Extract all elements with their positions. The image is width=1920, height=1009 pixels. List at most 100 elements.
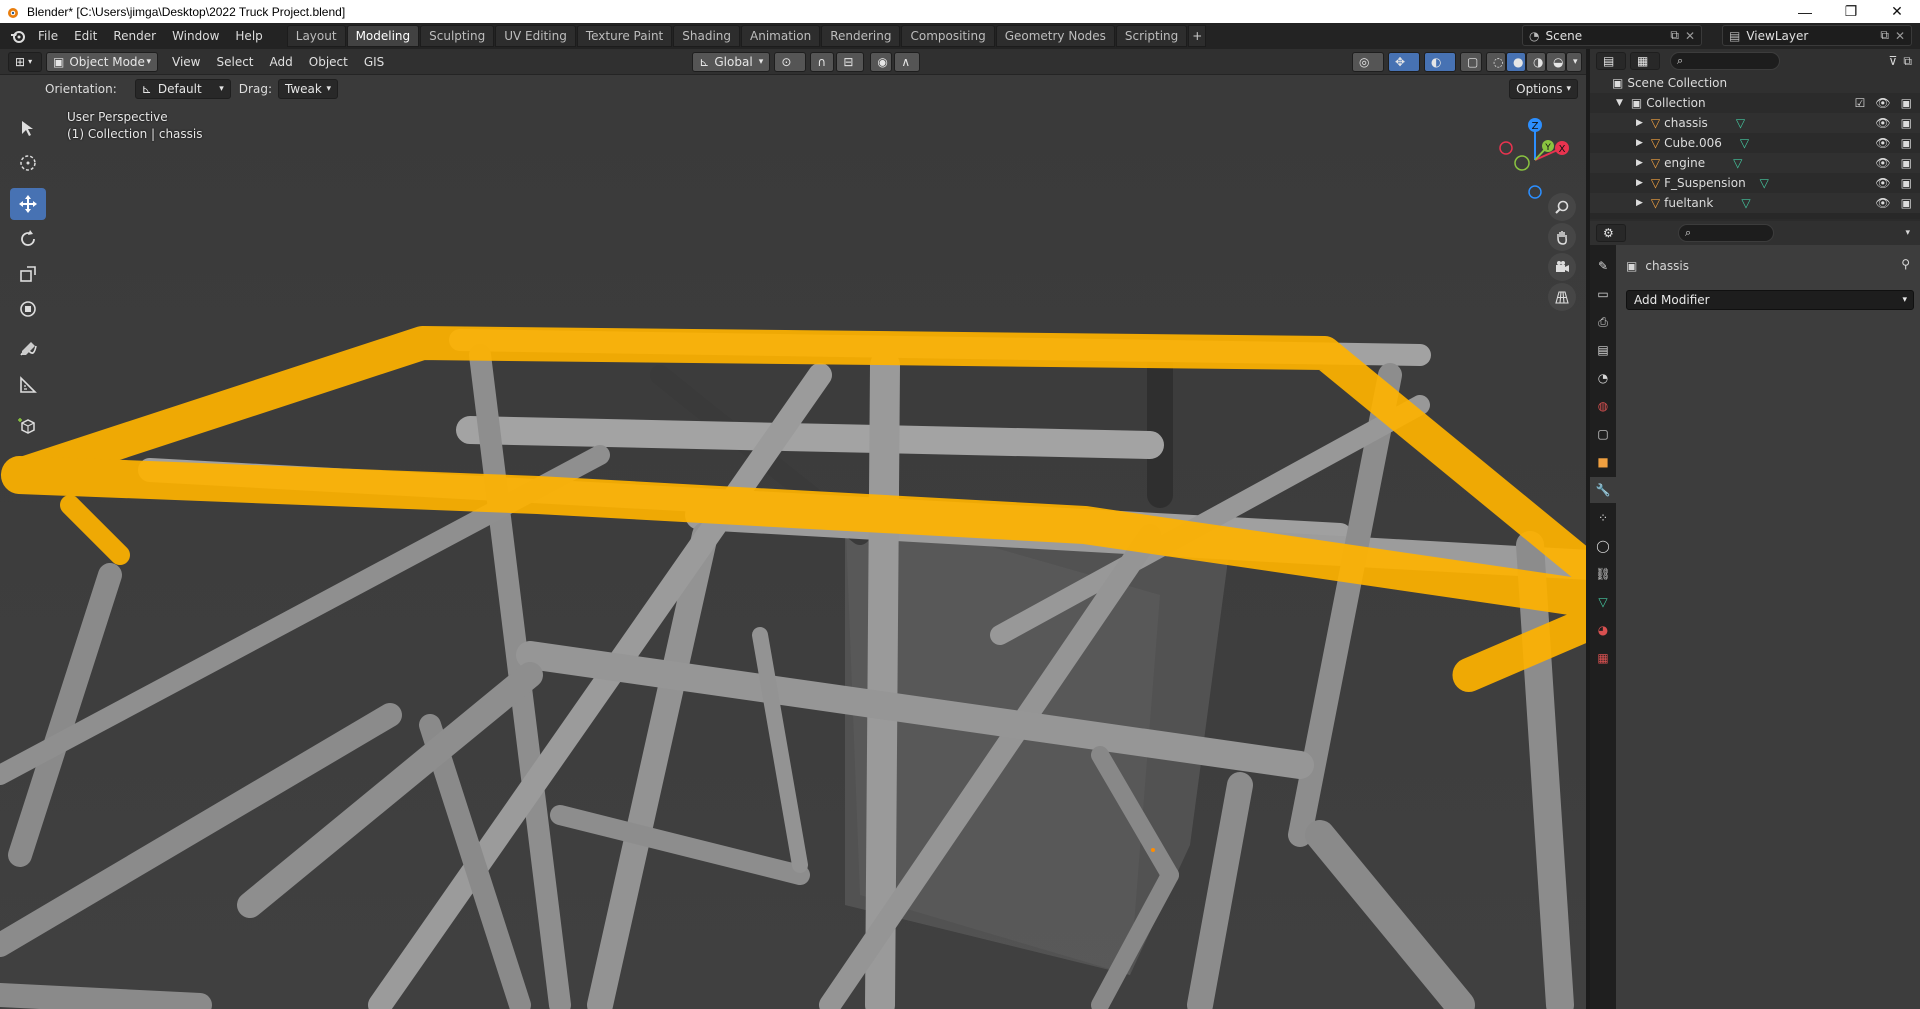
menu-file[interactable]: File (30, 29, 66, 43)
3d-viewport[interactable]: Orientation: ⊾ Default ▾ Drag: Tweak ▾ O… (0, 75, 1586, 1009)
overlay-toggle[interactable]: ◐ (1424, 51, 1456, 72)
add-workspace-button[interactable]: + (1188, 25, 1207, 47)
minimize-button[interactable]: — (1782, 0, 1828, 23)
close-button[interactable]: ✕ (1874, 0, 1920, 23)
outliner-search-input[interactable]: ⌕ (1670, 52, 1780, 70)
outliner-row-scene-collection[interactable]: ▣ Scene Collection (1590, 73, 1920, 93)
visibility-dropdown[interactable]: ◎ (1352, 51, 1384, 72)
select-box-icon[interactable] (10, 112, 46, 144)
scene-selector[interactable]: ◔ Scene ⧉ ✕ (1522, 25, 1702, 46)
menu-object[interactable]: Object (301, 55, 356, 69)
mode-dropdown[interactable]: ▣ Object Mode ▾ (46, 51, 158, 72)
expand-arrow-icon[interactable]: ▶ (1636, 198, 1643, 208)
object-tab-icon[interactable]: ■ (1590, 449, 1616, 475)
camera-view-icon[interactable] (1548, 253, 1576, 281)
zoom-icon[interactable] (1548, 193, 1576, 221)
view-layer-tab-icon[interactable]: ▤ (1590, 337, 1616, 363)
pan-hand-icon[interactable] (1548, 223, 1576, 251)
snap-toggle[interactable]: ∩ (810, 51, 835, 72)
outliner-row-collection[interactable]: ▼ ▣ Collection ☑ 👁 ▣ (1590, 93, 1920, 113)
menu-window[interactable]: Window (164, 29, 227, 43)
menu-render[interactable]: Render (105, 29, 164, 43)
annotate-icon[interactable] (10, 334, 46, 366)
expand-arrow-icon[interactable]: ▼ (1616, 98, 1623, 108)
tab-geometry-nodes[interactable]: Geometry Nodes (995, 25, 1115, 47)
material-shading-button[interactable]: ◑ (1526, 51, 1546, 72)
physics-tab-icon[interactable]: ◯ (1590, 533, 1616, 559)
expand-arrow-icon[interactable]: ▶ (1636, 118, 1643, 128)
data-tab-icon[interactable]: ▽ (1590, 589, 1616, 615)
rendered-shading-button[interactable]: ◒ (1546, 51, 1566, 72)
scene-tab-icon[interactable]: ◔ (1590, 365, 1616, 391)
material-tab-icon[interactable]: ◕ (1590, 617, 1616, 643)
outliner-row-object[interactable]: ▶ ▽ chassis ▽ 👁 ▣ (1590, 113, 1920, 133)
properties-search-input[interactable]: ⌕ (1678, 224, 1774, 242)
view-layer-copy-icon[interactable]: ⧉ (1880, 28, 1889, 43)
outliner-row-object[interactable]: ▶ ▽ F_Suspension ▽ 👁 ▣ (1590, 173, 1920, 193)
tab-sculpting[interactable]: Sculpting (420, 25, 495, 47)
checkbox-icon[interactable]: ☑ (1855, 96, 1866, 110)
expand-arrow-icon[interactable]: ▶ (1636, 138, 1643, 148)
output-tab-icon[interactable]: ⎙ (1590, 309, 1616, 335)
menu-help[interactable]: Help (227, 29, 270, 43)
modifier-tab-icon[interactable]: 🔧 (1590, 477, 1616, 503)
pivot-point-dropdown[interactable]: ⊙ (774, 51, 807, 72)
texture-tab-icon[interactable]: ▦ (1590, 645, 1616, 671)
maximize-button[interactable]: ❐ (1828, 0, 1874, 23)
xray-toggle[interactable]: ▢ (1460, 51, 1482, 72)
orientation-dropdown[interactable]: ⊾ Default ▾ (134, 79, 231, 99)
blender-menu-icon[interactable] (6, 26, 30, 46)
gizmo-toggle[interactable]: ✥ (1388, 51, 1420, 72)
outliner-row-object[interactable]: ▶ ▽ fueltank ▽ 👁 ▣ (1590, 193, 1920, 213)
view-layer-selector[interactable]: ▤ ViewLayer ⧉ ✕ (1722, 25, 1912, 46)
editor-type-button[interactable]: ⊞ ▾ (8, 51, 42, 72)
navigation-gizmo[interactable]: Z Y X (1490, 110, 1580, 200)
outliner-row-object[interactable]: ▶ ▽ Cube.006 ▽ 👁 ▣ (1590, 133, 1920, 153)
scene-remove-icon[interactable]: ✕ (1685, 29, 1695, 43)
menu-view[interactable]: View (164, 55, 208, 69)
menu-select[interactable]: Select (208, 55, 261, 69)
expand-arrow-icon[interactable]: ▶ (1636, 158, 1643, 168)
transform-orientation-dropdown[interactable]: ⊾ Global ▾ (692, 51, 771, 72)
transform-icon[interactable] (10, 293, 46, 325)
filter-icon[interactable]: ⊽ (1889, 54, 1898, 68)
new-collection-icon[interactable]: ⧉ (1903, 54, 1912, 69)
world-tab-icon[interactable]: ◍ (1590, 393, 1616, 419)
pin-icon[interactable]: ⚲ (1901, 257, 1910, 271)
drag-dropdown[interactable]: Tweak ▾ (277, 79, 338, 99)
add-cube-icon[interactable] (10, 410, 46, 442)
wireframe-shading-button[interactable]: ◌ (1486, 51, 1506, 72)
camera-icon[interactable]: ▣ (1901, 96, 1912, 110)
view-layer-remove-icon[interactable]: ✕ (1895, 29, 1905, 43)
ortho-grid-icon[interactable] (1548, 283, 1576, 311)
camera-icon[interactable]: ▣ (1901, 176, 1912, 190)
particles-tab-icon[interactable]: ⁘ (1590, 505, 1616, 531)
tab-layout[interactable]: Layout (286, 25, 346, 47)
tab-texture-paint[interactable]: Texture Paint (576, 25, 673, 47)
rotate-icon[interactable] (10, 223, 46, 255)
tab-modeling[interactable]: Modeling (346, 25, 420, 47)
camera-icon[interactable]: ▣ (1901, 196, 1912, 210)
tool-tab-icon[interactable]: ✎ (1590, 253, 1616, 279)
outliner-row-object[interactable]: ▶ ▽ engine ▽ 👁 ▣ (1590, 153, 1920, 173)
neg-z-axis-icon[interactable] (1528, 185, 1542, 199)
proportional-edit-toggle[interactable]: ◉ (870, 51, 893, 72)
neg-y-axis-icon[interactable] (1514, 155, 1530, 171)
scene-copy-icon[interactable]: ⧉ (1670, 28, 1679, 43)
display-mode-dropdown[interactable]: ▦ (1630, 52, 1660, 70)
render-tab-icon[interactable]: ▭ (1590, 281, 1616, 307)
eye-icon[interactable]: 👁 (1875, 116, 1890, 130)
move-icon[interactable] (10, 188, 46, 220)
options-dropdown[interactable]: Options ▾ (1509, 79, 1578, 99)
camera-icon[interactable]: ▣ (1901, 156, 1912, 170)
neg-x-axis-icon[interactable] (1499, 141, 1513, 155)
measure-icon[interactable] (10, 369, 46, 401)
constraints-tab-icon[interactable]: ⛓ (1590, 561, 1616, 587)
eye-icon[interactable]: 👁 (1875, 176, 1890, 190)
menu-edit[interactable]: Edit (66, 29, 105, 43)
menu-gis[interactable]: GIS (356, 55, 392, 69)
tab-scripting[interactable]: Scripting (1115, 25, 1188, 47)
menu-add[interactable]: Add (262, 55, 301, 69)
tab-shading[interactable]: Shading (673, 25, 740, 47)
tab-uv-editing[interactable]: UV Editing (495, 25, 576, 47)
